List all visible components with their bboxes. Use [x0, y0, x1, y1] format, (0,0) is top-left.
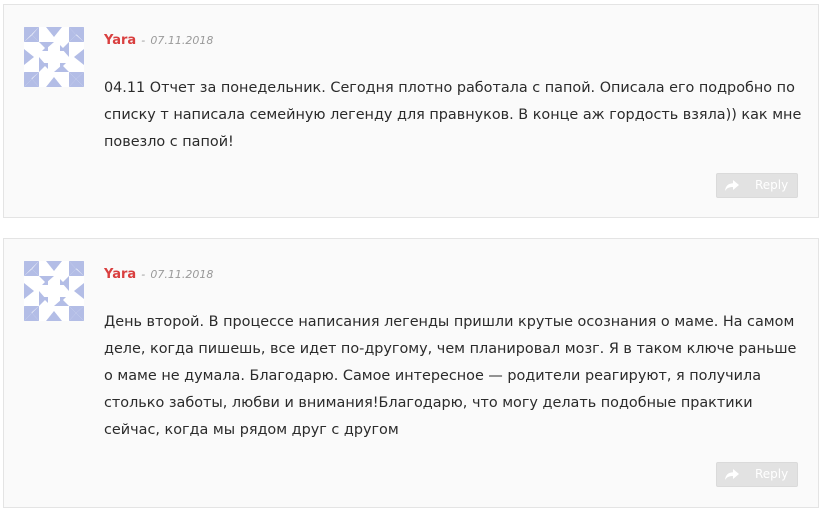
avatar [24, 27, 84, 87]
comment-author[interactable]: Yara [104, 33, 136, 48]
reply-button[interactable]: Reply [716, 173, 798, 198]
meta-separator: - [141, 34, 146, 47]
comment-meta: Yara - 07.11.2018 [104, 30, 213, 50]
meta-separator: - [141, 268, 146, 281]
comment-item: Yara - 07.11.2018 04.11 Отчет за понедел… [3, 4, 819, 218]
comment-item: Yara - 07.11.2018 День второй. В процесс… [3, 238, 819, 508]
comment-date[interactable]: 07.11.2018 [150, 34, 213, 47]
reply-arrow-icon [725, 179, 739, 191]
reply-arrow-icon [725, 468, 739, 480]
comment-meta: Yara - 07.11.2018 [104, 264, 213, 284]
reply-button[interactable]: Reply [716, 462, 798, 487]
avatar [24, 261, 84, 321]
comment-author[interactable]: Yara [104, 267, 136, 282]
comment-text: 04.11 Отчет за понедельник. Сегодня плот… [104, 80, 802, 150]
reply-label: Reply [755, 467, 789, 481]
comment-date[interactable]: 07.11.2018 [150, 268, 213, 281]
reply-label: Reply [755, 178, 789, 192]
comment-text: День второй. В процессе написания легенд… [104, 314, 797, 438]
